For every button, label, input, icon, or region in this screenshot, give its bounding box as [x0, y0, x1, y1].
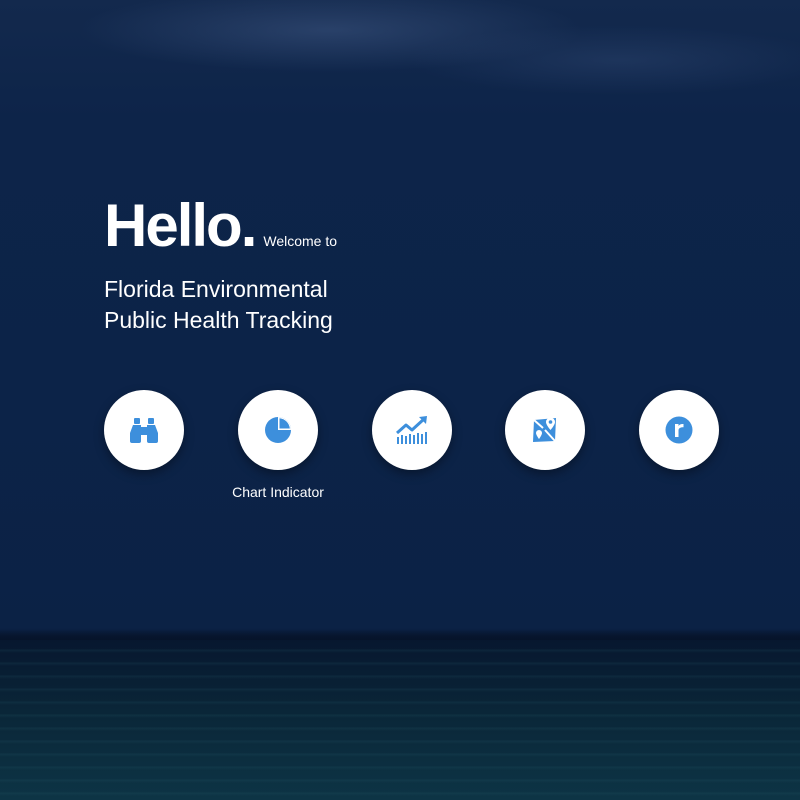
navigation-icons: Chart Indicator — [104, 390, 720, 500]
trend-chart-icon — [396, 416, 427, 444]
chart-indicator-button[interactable] — [238, 390, 318, 470]
greeting-line: Hello. Welcome to — [104, 196, 337, 256]
horizon-line — [0, 628, 800, 640]
map-button[interactable] — [505, 390, 585, 470]
welcome-text: Welcome to — [263, 233, 338, 249]
site-title-line-2: Public Health Tracking — [104, 307, 333, 333]
site-title: Florida Environmental Public Health Trac… — [104, 274, 337, 336]
r-resource-button[interactable] — [639, 390, 719, 470]
binoculars-icon — [130, 418, 158, 443]
trend-button[interactable] — [372, 390, 452, 470]
sea-surface — [0, 640, 800, 800]
hero-section: Hello. Welcome to Florida Environmental … — [104, 196, 337, 336]
map-marker-icon — [533, 417, 556, 442]
site-title-line-1: Florida Environmental — [104, 276, 328, 302]
pie-chart-icon — [265, 417, 291, 443]
hello-heading: Hello. — [104, 192, 257, 259]
r-letter-icon — [665, 416, 693, 444]
binoculars-button[interactable] — [104, 390, 184, 470]
chart-indicator-label[interactable]: Chart Indicator — [208, 484, 348, 500]
